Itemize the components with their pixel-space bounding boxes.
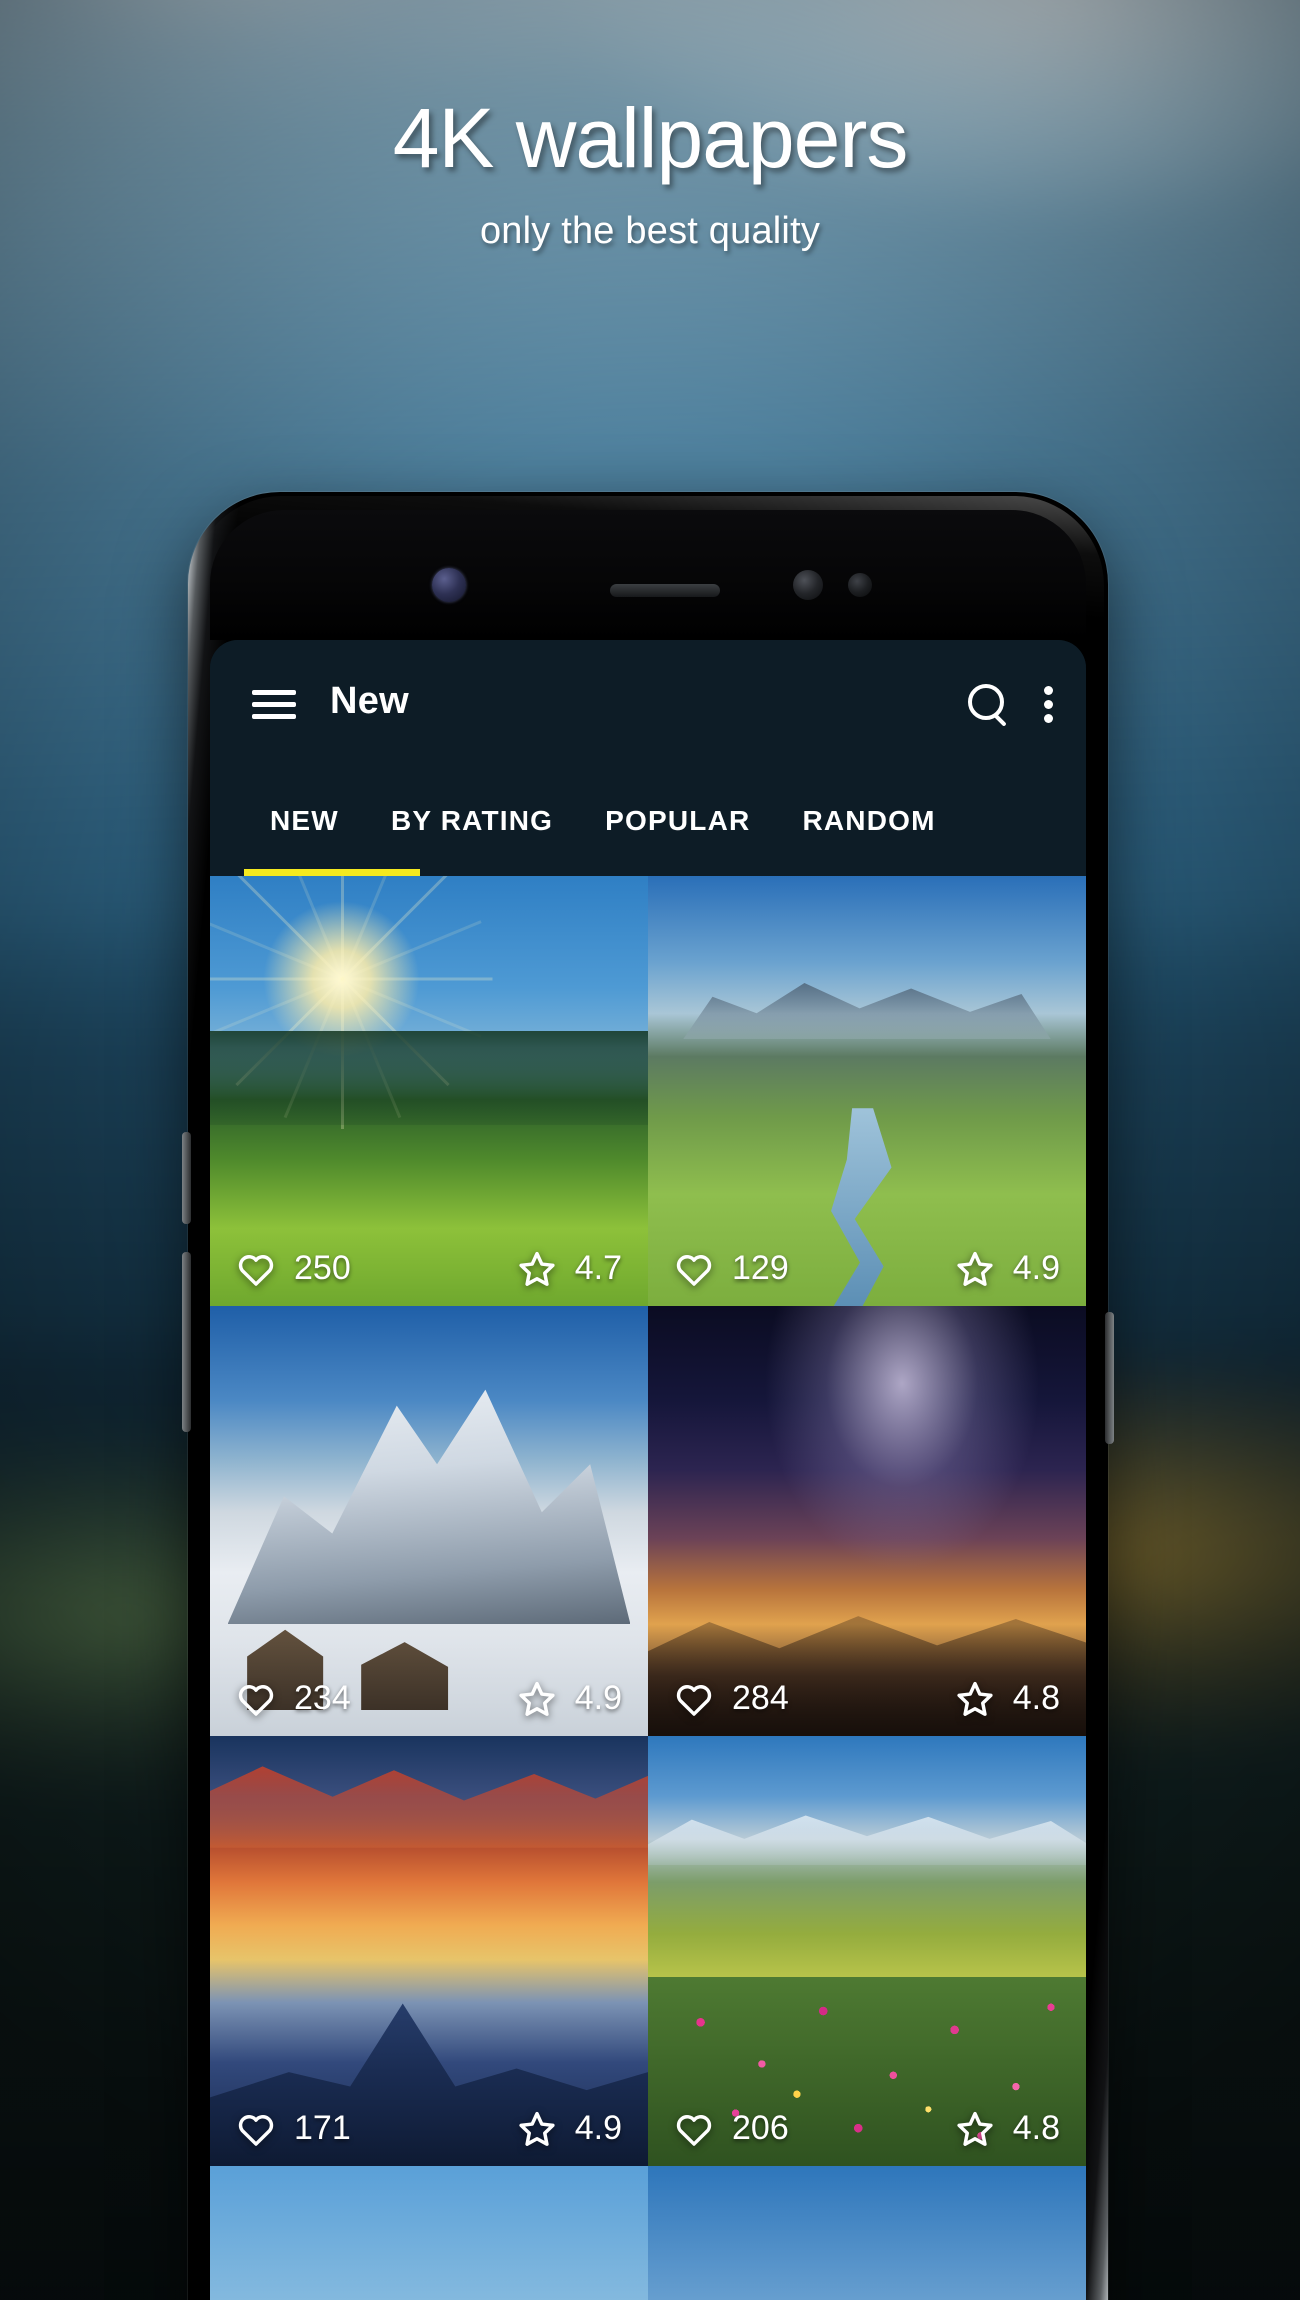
rating-stat[interactable]: 4.8 xyxy=(955,2109,1060,2148)
card-stats: 250 4.7 xyxy=(210,1249,648,1288)
heart-outline-icon xyxy=(238,1684,274,1716)
card-stats: 234 4.9 xyxy=(210,1679,648,1718)
star-outline-icon xyxy=(957,1681,993,1716)
tab-random[interactable]: RANDOM xyxy=(776,805,961,837)
like-count: 171 xyxy=(294,2109,351,2147)
like-count: 206 xyxy=(732,2109,789,2147)
star-outline-icon xyxy=(519,1681,555,1716)
star-outline-icon xyxy=(957,2111,993,2146)
rating-value: 4.9 xyxy=(574,2109,622,2147)
promo-title: 4K wallpapers xyxy=(392,91,909,185)
heart-outline-icon xyxy=(238,1254,274,1286)
card-stats: 206 4.8 xyxy=(648,2109,1086,2148)
iris-sensor-icon xyxy=(793,570,823,600)
like-stat[interactable]: 129 xyxy=(674,1249,789,1288)
rating-stat[interactable]: 4.9 xyxy=(955,1249,1060,1288)
phone-screen: New NEW BY RATING POPULAR RANDOM 250 4.7… xyxy=(210,640,1086,2300)
wallpaper-grid: 250 4.7 129 4.9 234 4.9 284 4.8 171 4.9 … xyxy=(210,876,1086,2300)
wallpaper-card[interactable]: 284 4.8 xyxy=(648,1306,1086,1736)
wallpaper-thumbnail xyxy=(648,1736,1086,2166)
wallpaper-thumbnail xyxy=(210,1306,648,1736)
tab-new[interactable]: NEW xyxy=(244,805,365,837)
rating-stat[interactable]: 4.9 xyxy=(517,2109,622,2148)
wallpaper-card[interactable]: 206 4.8 xyxy=(648,1736,1086,2166)
like-count: 129 xyxy=(732,1249,789,1287)
wallpaper-thumbnail xyxy=(648,1306,1086,1736)
rating-value: 4.7 xyxy=(574,1249,622,1287)
wallpaper-card-partial[interactable] xyxy=(210,2166,648,2300)
rating-stat[interactable]: 4.7 xyxy=(517,1249,622,1288)
like-count: 250 xyxy=(294,1249,351,1287)
earpiece-speaker xyxy=(610,584,720,597)
like-stat[interactable]: 234 xyxy=(236,1679,351,1718)
rating-value: 4.8 xyxy=(1012,1679,1060,1717)
like-stat[interactable]: 250 xyxy=(236,1249,351,1288)
rating-stat[interactable]: 4.9 xyxy=(517,1679,622,1718)
phone-top-bezel xyxy=(210,510,1086,640)
page-title: New xyxy=(330,680,410,722)
like-stat[interactable]: 206 xyxy=(674,2109,789,2148)
rating-stat[interactable]: 4.8 xyxy=(955,1679,1060,1718)
wallpaper-thumbnail xyxy=(210,2166,648,2300)
rating-value: 4.8 xyxy=(1012,2109,1060,2147)
tab-popular[interactable]: POPULAR xyxy=(579,805,776,837)
wallpaper-card[interactable]: 234 4.9 xyxy=(210,1306,648,1736)
heart-outline-icon xyxy=(676,1684,712,1716)
promo-subtitle: only the best quality xyxy=(479,210,821,252)
hamburger-menu-icon[interactable] xyxy=(252,690,296,720)
volume-button[interactable] xyxy=(182,1252,191,1432)
heart-outline-icon xyxy=(676,1254,712,1286)
like-count: 234 xyxy=(294,1679,351,1717)
rating-value: 4.9 xyxy=(1012,1249,1060,1287)
tab-active-indicator xyxy=(244,869,420,876)
sun-ray xyxy=(341,876,345,980)
card-stats: 284 4.8 xyxy=(648,1679,1086,1718)
star-outline-icon xyxy=(519,1251,555,1286)
wallpaper-thumbnail xyxy=(210,876,648,1306)
sun-ray xyxy=(342,977,493,981)
card-stats: 129 4.9 xyxy=(648,1249,1086,1288)
star-outline-icon xyxy=(519,2111,555,2146)
heart-outline-icon xyxy=(676,2114,712,2146)
power-button[interactable] xyxy=(1105,1312,1114,1444)
wallpaper-thumbnail xyxy=(648,2166,1086,2300)
card-stats: 171 4.9 xyxy=(210,2109,648,2148)
sun-ray xyxy=(235,876,344,981)
sun-ray xyxy=(210,977,343,981)
toolbar-actions xyxy=(966,682,1054,726)
sun-ray xyxy=(341,876,451,981)
wallpaper-card[interactable]: 129 4.9 xyxy=(648,876,1086,1306)
wallpaper-card-partial[interactable] xyxy=(648,2166,1086,2300)
bixby-button[interactable] xyxy=(182,1132,191,1224)
wallpaper-thumbnail xyxy=(210,1736,648,2166)
app-toolbar: New xyxy=(210,640,1086,766)
tab-by-rating[interactable]: BY RATING xyxy=(365,805,579,837)
rating-value: 4.9 xyxy=(574,1679,622,1717)
like-stat[interactable]: 171 xyxy=(236,2109,351,2148)
search-icon[interactable] xyxy=(966,682,1010,726)
wallpaper-thumbnail xyxy=(648,876,1086,1306)
star-outline-icon xyxy=(957,1251,993,1286)
sun-ray xyxy=(341,978,451,1087)
proximity-sensor-icon xyxy=(848,573,872,597)
promo-headline: 4K wallpapers only the best quality xyxy=(0,96,1300,253)
sun-ray xyxy=(235,978,344,1087)
phone-mockup: New NEW BY RATING POPULAR RANDOM 250 4.7… xyxy=(182,492,1114,2300)
like-stat[interactable]: 284 xyxy=(674,1679,789,1718)
wallpaper-card[interactable]: 171 4.9 xyxy=(210,1736,648,2166)
wallpaper-card[interactable]: 250 4.7 xyxy=(210,876,648,1306)
tab-bar: NEW BY RATING POPULAR RANDOM xyxy=(210,766,1086,876)
heart-outline-icon xyxy=(238,2114,274,2146)
sun-ray xyxy=(341,979,345,1130)
front-camera-icon xyxy=(432,568,466,602)
like-count: 284 xyxy=(732,1679,789,1717)
more-vertical-icon[interactable] xyxy=(1044,682,1054,726)
